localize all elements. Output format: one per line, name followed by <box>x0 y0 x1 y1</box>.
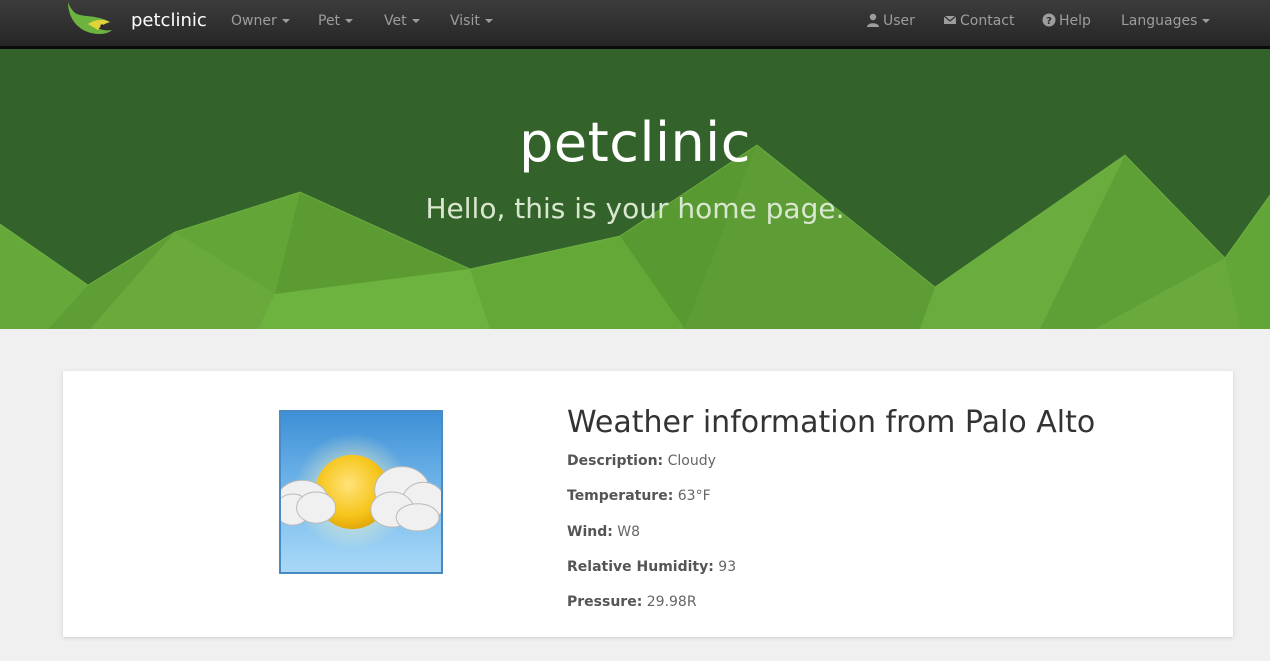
brand-link[interactable]: petclinic <box>131 10 207 31</box>
pet-menu-label: Pet <box>318 13 341 29</box>
visit-menu[interactable]: Visit <box>450 13 493 29</box>
hero-banner: petclinic Hello, this is your home page. <box>0 49 1270 329</box>
wind-label: Wind: <box>567 524 613 540</box>
owner-menu[interactable]: Owner <box>231 13 290 29</box>
vet-menu[interactable]: Vet <box>384 13 420 29</box>
description-label: Description: <box>567 453 664 469</box>
help-link-label: Help <box>1059 13 1091 29</box>
user-link[interactable]: User <box>866 13 915 29</box>
help-link[interactable]: ? Help <box>1042 13 1091 29</box>
weather-title: Weather information from Palo Alto <box>567 405 1096 440</box>
user-link-label: User <box>883 13 915 29</box>
humidity-label: Relative Humidity: <box>567 559 714 575</box>
mountain-background <box>0 144 1270 329</box>
contact-link-label: Contact <box>960 13 1015 29</box>
chevron-down-icon <box>281 19 290 23</box>
description-value: Cloudy <box>667 453 716 469</box>
weather-row-pressure: Pressure: 29.98R <box>567 594 697 610</box>
temperature-value: 63°F <box>677 488 711 504</box>
languages-menu[interactable]: Languages <box>1121 13 1211 29</box>
humidity-value: 93 <box>718 559 737 575</box>
envelope-icon <box>943 15 957 24</box>
hero-subtitle: Hello, this is your home page. <box>425 192 845 225</box>
weather-card: Weather information from Palo Alto Descr… <box>63 371 1233 637</box>
temperature-label: Temperature: <box>567 488 674 504</box>
user-icon <box>867 13 879 27</box>
chevron-down-icon <box>411 19 420 23</box>
pressure-label: Pressure: <box>567 594 643 610</box>
chevron-down-icon <box>484 19 493 23</box>
chevron-down-icon <box>1202 19 1211 23</box>
wind-value: W8 <box>617 524 641 540</box>
contact-link[interactable]: Contact <box>943 13 1014 29</box>
partly-cloudy-icon <box>279 410 443 574</box>
weather-row-description: Description: Cloudy <box>567 453 716 469</box>
weather-row-wind: Wind: W8 <box>567 524 640 540</box>
visit-menu-label: Visit <box>450 13 480 29</box>
weather-row-humidity: Relative Humidity: 93 <box>567 559 736 575</box>
svg-text:?: ? <box>1046 16 1052 27</box>
question-circle-icon: ? <box>1042 13 1056 27</box>
pressure-value: 29.98R <box>646 594 697 610</box>
vet-menu-label: Vet <box>384 13 407 29</box>
top-navbar: petclinic Owner Pet Vet Visit User Conta… <box>0 0 1270 49</box>
chevron-down-icon <box>345 19 354 23</box>
weather-row-temperature: Temperature: 63°F <box>567 488 711 504</box>
languages-menu-label: Languages <box>1121 13 1198 29</box>
leaf-logo-icon[interactable] <box>66 0 114 38</box>
owner-menu-label: Owner <box>231 13 277 29</box>
pet-menu[interactable]: Pet <box>318 13 354 29</box>
hero-title: petclinic <box>519 111 751 174</box>
